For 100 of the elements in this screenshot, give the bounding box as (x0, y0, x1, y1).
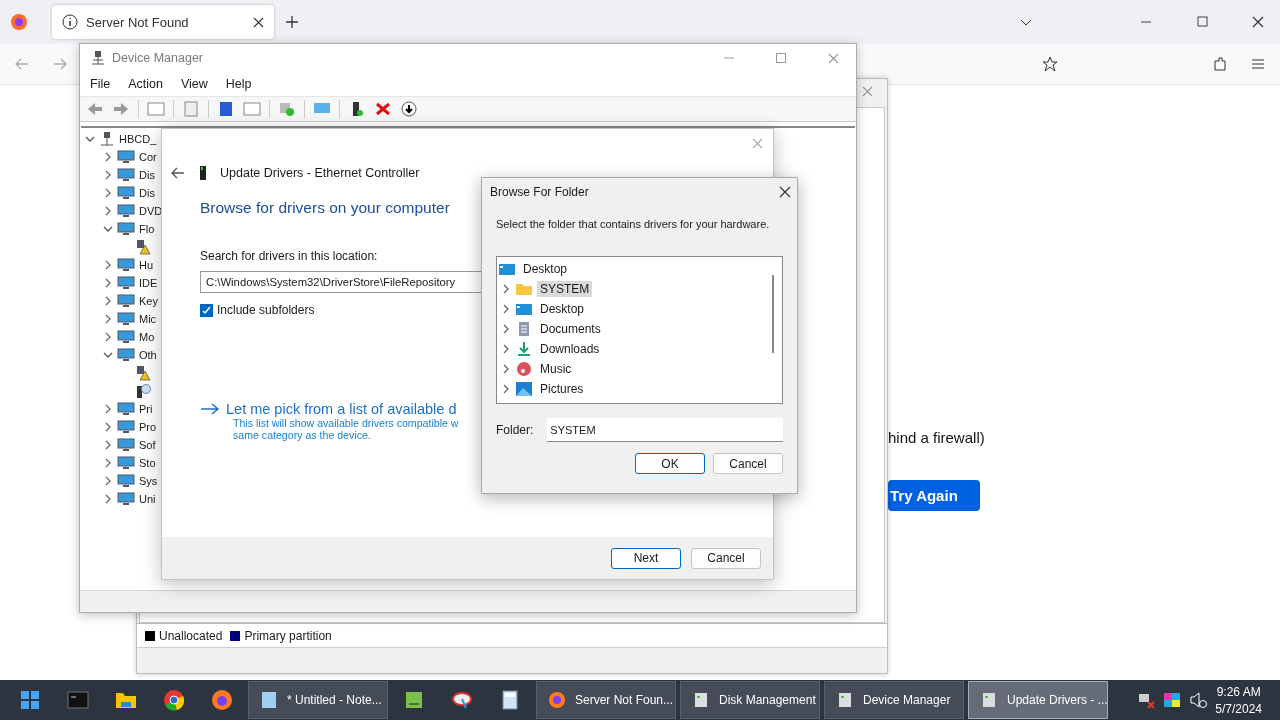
spreadsheet-icon[interactable] (404, 690, 424, 710)
ok-button[interactable]: OK (635, 453, 705, 474)
folder-item[interactable]: Pictures (537, 381, 587, 397)
chevron-right-icon[interactable] (103, 332, 113, 342)
device-icon (117, 168, 135, 182)
folder-field[interactable]: SYSTEM (547, 418, 783, 442)
color-icon[interactable] (1163, 691, 1182, 709)
try-again-button[interactable]: Try Again (888, 480, 980, 511)
menu-icon[interactable] (1250, 56, 1266, 72)
taskbar-button[interactable]: Update Drivers - ... (968, 681, 1108, 719)
browser-icon[interactable] (211, 689, 233, 711)
link-description: same category as the device. (233, 429, 371, 441)
checkbox[interactable] (200, 303, 213, 317)
device-icon (117, 204, 135, 218)
chevron-right-icon[interactable] (103, 476, 113, 486)
device-icon (117, 186, 135, 200)
notepad-icon (259, 690, 279, 710)
tree-item-label[interactable]: Uni (139, 493, 156, 505)
music-icon (515, 362, 533, 376)
device-icon (117, 474, 135, 488)
tree-item-label[interactable]: Oth (139, 349, 157, 361)
puzzle-icon[interactable] (1212, 56, 1228, 72)
terminal-icon[interactable] (67, 691, 89, 709)
browser-tab[interactable]: Server Not Found (52, 5, 274, 39)
tree-item-label[interactable]: Sof (139, 439, 156, 451)
tree-item-label[interactable]: Mo (139, 331, 155, 343)
cancel-button[interactable]: Cancel (713, 453, 783, 474)
tree-item-label[interactable]: Dis (139, 187, 155, 199)
browser-icon[interactable] (163, 689, 185, 711)
next-button[interactable]: Next (611, 547, 681, 569)
tree-item-label[interactable]: Sto (139, 457, 156, 469)
folder-item[interactable]: SYSTEM (537, 281, 593, 297)
taskbar-button[interactable]: Server Not Foun... (536, 681, 676, 719)
calculator-icon[interactable] (501, 690, 519, 710)
clock-time[interactable]: 9:26 AM (1216, 684, 1261, 699)
chevron-right-icon[interactable] (103, 296, 113, 306)
chevron-right-icon[interactable] (103, 278, 113, 288)
tree-item-label[interactable]: DVD (139, 205, 163, 217)
network-status-icon[interactable] (1137, 691, 1156, 709)
chevron-down-icon[interactable] (103, 224, 113, 234)
scrollbar-thumb[interactable] (772, 275, 774, 353)
folder-item[interactable]: Desktop (537, 301, 588, 317)
network-tool-icon[interactable] (451, 690, 473, 710)
chevron-right-icon[interactable] (103, 440, 113, 450)
window-title: Device Manager (112, 51, 203, 65)
menu-item[interactable]: File (90, 77, 111, 91)
tree-item-label[interactable]: HBCD_ (119, 133, 157, 145)
close-icon[interactable] (1252, 16, 1264, 28)
tree-item-label[interactable]: Cor (139, 151, 157, 163)
tree-item-label[interactable]: IDE (139, 277, 158, 289)
device-icon (198, 165, 208, 181)
chevron-right-icon[interactable] (103, 206, 113, 216)
device-icon (117, 402, 135, 416)
close-icon[interactable] (779, 186, 791, 198)
menu-item[interactable]: Help (225, 77, 252, 91)
chevron-down-icon[interactable] (103, 350, 113, 360)
dialog-title: Browse For Folder (490, 185, 589, 199)
tree-item-label[interactable]: Key (139, 295, 158, 307)
maximize-icon[interactable] (1196, 16, 1208, 28)
picture-icon (515, 382, 533, 396)
cancel-button[interactable]: Cancel (691, 547, 761, 569)
folder-item[interactable]: Documents (537, 321, 604, 337)
tree-item-label[interactable]: Mic (139, 313, 157, 325)
tree-item-label[interactable]: Pro (139, 421, 157, 433)
folder-item[interactable]: Downloads (537, 341, 603, 357)
chevron-right-icon[interactable] (103, 170, 113, 180)
folder-icon[interactable] (115, 691, 137, 709)
chevron-right-icon[interactable] (103, 152, 113, 162)
start-icon[interactable] (20, 690, 40, 710)
volume-muted-icon[interactable] (1189, 691, 1208, 709)
chevron-down-icon[interactable] (85, 134, 95, 144)
delete-icon (374, 101, 392, 117)
maximize-icon[interactable] (776, 53, 786, 63)
folder-item[interactable]: Music (537, 361, 575, 377)
chevron-right-icon[interactable] (103, 314, 113, 324)
star-icon[interactable] (1042, 56, 1058, 72)
menu-item[interactable]: View (180, 77, 208, 91)
chevron-right-icon[interactable] (103, 404, 113, 414)
window-icon (243, 101, 261, 117)
plus-icon[interactable] (284, 14, 300, 30)
clock-date[interactable]: 5/7/2024 (1215, 701, 1262, 716)
taskbar-button[interactable]: Device Manager (824, 681, 964, 719)
menu-item[interactable]: Action (128, 77, 163, 91)
download-icon (400, 101, 418, 117)
chevron-right-icon[interactable] (103, 422, 113, 432)
tree-item-label[interactable]: Hu (139, 259, 154, 271)
tree-item-label[interactable]: Flo (139, 223, 155, 235)
driver-list-link[interactable]: Let me pick from a list of available d (226, 401, 457, 417)
taskbar-button[interactable]: Disk Management (680, 681, 820, 719)
chevron-right-icon[interactable] (103, 188, 113, 198)
back-arrow-icon[interactable] (170, 165, 186, 181)
chevron-right-icon[interactable] (103, 494, 113, 504)
tree-item-label[interactable]: Pri (139, 403, 153, 415)
taskbar-button[interactable]: * Untitled - Note... (248, 681, 388, 719)
close-icon[interactable] (253, 16, 264, 28)
tree-item-label[interactable]: Dis (139, 169, 155, 181)
tree-item-label[interactable]: Sys (139, 475, 158, 487)
chevron-right-icon[interactable] (103, 458, 113, 468)
field-label: Folder: (496, 423, 534, 437)
chevron-right-icon[interactable] (103, 260, 113, 270)
